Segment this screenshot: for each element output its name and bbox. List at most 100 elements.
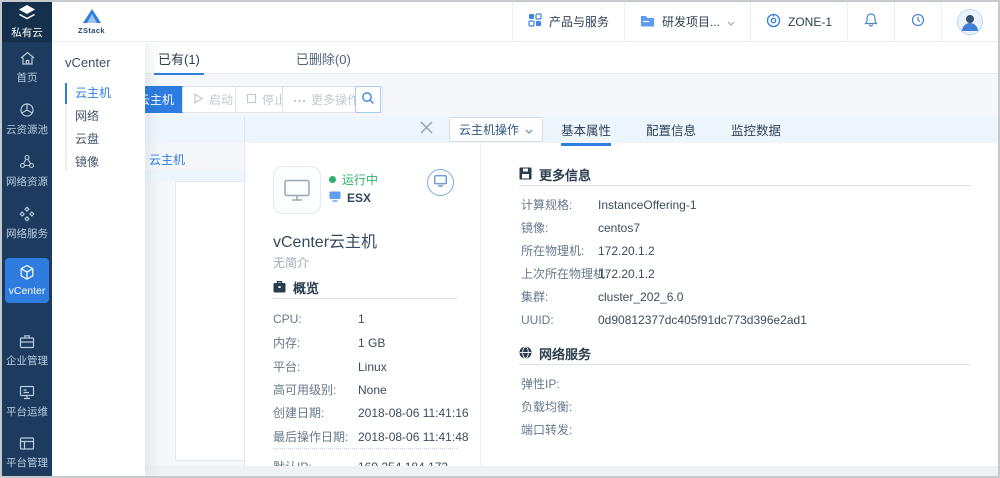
globe-icon bbox=[519, 346, 532, 362]
console-icon bbox=[434, 174, 447, 192]
sidebar-item-enterprise[interactable]: 企业管理 bbox=[2, 334, 52, 368]
overview-row: 创建日期:2018-08-06 11:41:16 bbox=[273, 406, 473, 420]
submenu-item-volume[interactable]: 云盘 bbox=[52, 128, 145, 151]
user-menu[interactable] bbox=[941, 2, 998, 42]
network-row: 弹性IP: bbox=[521, 377, 981, 391]
horizontal-scrollbar[interactable] bbox=[54, 466, 998, 476]
column-divider bbox=[480, 143, 481, 466]
overview-icon bbox=[273, 280, 286, 296]
private-cloud-switcher[interactable]: 私有云 bbox=[2, 2, 52, 42]
chevron-down-icon bbox=[727, 15, 735, 29]
search-button[interactable] bbox=[355, 86, 381, 113]
layers-icon bbox=[16, 5, 38, 23]
sidebar-item-resource-pool[interactable]: 云资源池 bbox=[2, 102, 52, 137]
sidebar-item-network-resource[interactable]: 网络资源 bbox=[2, 154, 52, 189]
sidebar-item-vcenter[interactable]: vCenter bbox=[5, 258, 49, 303]
vm-name-link[interactable]: 云主机 bbox=[149, 151, 185, 168]
tab-existing[interactable]: 已有(1) bbox=[158, 42, 200, 74]
overview-row: 平台:Linux bbox=[273, 360, 473, 374]
play-icon bbox=[193, 93, 204, 107]
submenu-item-vm[interactable]: 云主机 bbox=[52, 82, 145, 105]
close-icon bbox=[420, 121, 433, 139]
zone-icon bbox=[766, 13, 781, 31]
overview-row: 最后操作日期:2018-08-06 11:41:48 bbox=[273, 430, 473, 444]
chevron-down-icon bbox=[525, 123, 533, 137]
notifications-button[interactable] bbox=[847, 2, 894, 42]
home-icon bbox=[19, 50, 36, 66]
submenu-item-network[interactable]: 网络 bbox=[52, 105, 145, 128]
avatar bbox=[957, 9, 983, 35]
sidebar-nav: 首页 云资源池 网络资源 网络服务 vCenter 企业管理 bbox=[2, 42, 52, 478]
info-row: 镜像:centos7 bbox=[521, 221, 981, 235]
info-row: 上次所在物理机:172.20.1.2 bbox=[521, 267, 981, 281]
submenu-list: 云主机 网络 云盘 镜像 bbox=[52, 82, 145, 174]
network-row: 负载均衡: bbox=[521, 400, 981, 414]
overview-row: 高可用级别:None bbox=[273, 383, 473, 397]
divider bbox=[519, 364, 971, 365]
vcenter-cube-icon bbox=[19, 264, 35, 281]
vm-description: 无简介 bbox=[273, 254, 309, 271]
vm-name: vCenter云主机 bbox=[273, 228, 377, 252]
briefcase-icon bbox=[19, 334, 35, 349]
list-tabbar: 已有(1) 已删除(0) bbox=[52, 42, 998, 74]
history-button[interactable] bbox=[894, 2, 941, 42]
history-icon bbox=[910, 12, 926, 31]
info-row: UUID:0d90812377dc405f91dc773d396e2ad1 bbox=[521, 313, 981, 327]
more-dots-icon bbox=[293, 93, 306, 107]
network-service-icon bbox=[19, 206, 35, 222]
products-services-menu[interactable]: 产品与服务 bbox=[512, 2, 624, 42]
vm-detail-panel: 云主机操作 基本属性 配置信息 监控数据 运行中 ESX bbox=[244, 116, 998, 466]
overview-row: CPU:1 bbox=[273, 312, 473, 326]
vm-icon bbox=[273, 166, 321, 214]
more-info-section-title: 更多信息 bbox=[519, 165, 591, 184]
network-service-section-title: 网络服务 bbox=[519, 344, 591, 363]
status-badge: 运行中 bbox=[329, 171, 378, 188]
sidebar-item-platform-mgmt[interactable]: 平台管理 bbox=[2, 436, 52, 470]
submenu-title: vCenter bbox=[65, 55, 145, 70]
open-console-button[interactable] bbox=[427, 169, 454, 196]
detail-tabs: 基本属性 配置信息 监控数据 bbox=[561, 116, 781, 143]
esx-icon bbox=[329, 191, 341, 205]
resource-pool-icon bbox=[19, 102, 35, 118]
tab-basic-properties[interactable]: 基本属性 bbox=[561, 116, 611, 143]
close-detail-button[interactable] bbox=[417, 121, 435, 139]
submenu-item-image[interactable]: 镜像 bbox=[52, 151, 145, 174]
info-row: 集群:cluster_202_6.0 bbox=[521, 290, 981, 304]
network-resource-icon bbox=[19, 154, 35, 170]
overview-section-title: 概览 bbox=[273, 278, 319, 297]
logo-icon bbox=[81, 8, 103, 25]
topbar: ZStack 产品与服务 研发项目... ZONE-1 bbox=[52, 2, 998, 42]
detail-header-strip: 云主机操作 基本属性 配置信息 监控数据 bbox=[245, 116, 998, 143]
project-selector[interactable]: 研发项目... bbox=[624, 2, 750, 42]
hypervisor-badge: ESX bbox=[329, 191, 371, 205]
zstack-logo[interactable]: ZStack bbox=[78, 8, 105, 35]
sidebar-item-network-service[interactable]: 网络服务 bbox=[2, 206, 52, 241]
tab-monitor-data[interactable]: 监控数据 bbox=[731, 116, 781, 143]
app-window: 已有(1) 已删除(0) 创建云主机 启动 停止 更多操作 云主机 云主机操作 bbox=[0, 0, 1000, 478]
overview-row: 内存:1 GB bbox=[273, 336, 473, 350]
bell-icon bbox=[863, 12, 879, 31]
panel-icon bbox=[19, 436, 35, 451]
info-icon bbox=[519, 167, 532, 183]
divider bbox=[273, 298, 457, 299]
dotted-divider bbox=[273, 448, 457, 449]
grid-icon bbox=[528, 13, 542, 30]
folder-icon bbox=[640, 14, 655, 30]
main-sidebar: 私有云 首页 云资源池 网络资源 网络服务 vCenter bbox=[2, 2, 52, 476]
stop-icon bbox=[246, 93, 257, 107]
info-row: 所在物理机:172.20.1.2 bbox=[521, 244, 981, 258]
vcenter-submenu: vCenter 云主机 网络 云盘 镜像 bbox=[52, 42, 145, 476]
divider bbox=[519, 185, 971, 186]
sidebar-item-home[interactable]: 首页 bbox=[2, 50, 52, 85]
network-row: 端口转发: bbox=[521, 423, 981, 437]
status-dot bbox=[329, 176, 336, 183]
search-icon bbox=[361, 91, 375, 108]
detail-body: 运行中 ESX vCenter云主机 无简介 概览 CPU:1 内存:1 GB … bbox=[245, 143, 998, 466]
tab-deleted[interactable]: 已删除(0) bbox=[296, 42, 351, 74]
sidebar-item-platform-ops[interactable]: 平台运维 bbox=[2, 385, 52, 419]
monitor-icon bbox=[19, 385, 35, 400]
vm-actions-dropdown[interactable]: 云主机操作 bbox=[449, 117, 543, 142]
tab-config-info[interactable]: 配置信息 bbox=[646, 116, 696, 143]
zone-selector[interactable]: ZONE-1 bbox=[750, 2, 847, 42]
info-row: 计算规格:InstanceOffering-1 bbox=[521, 198, 981, 212]
